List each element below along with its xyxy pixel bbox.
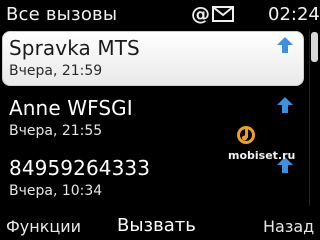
- at-icon: @: [191, 3, 210, 25]
- envelope-icon: [212, 6, 234, 22]
- call-time: Вчера, 21:59: [9, 63, 103, 79]
- status-bar: Все вызовы @ 02:24: [0, 0, 320, 30]
- clock: 02:24: [268, 4, 320, 25]
- watermark-text: mobiset.ru: [228, 149, 296, 162]
- options-softkey[interactable]: Функции: [6, 217, 81, 236]
- contact-name: Anne WFSGI: [9, 96, 133, 120]
- scrollbar[interactable]: [309, 30, 318, 206]
- screen-title: Все вызовы: [6, 4, 118, 25]
- contact-name: 84959264333: [9, 156, 151, 180]
- status-icons: @: [191, 4, 234, 24]
- call-time: Вчера, 10:34: [9, 183, 103, 199]
- call-time: Вчера, 21:55: [9, 123, 103, 139]
- softkey-bar: Функции Вызвать Назад: [0, 210, 320, 240]
- call-softkey[interactable]: Вызвать: [117, 215, 196, 236]
- outgoing-call-arrow-icon: [276, 36, 294, 54]
- call-log-item[interactable]: Anne WFSGI Вчера, 21:55: [0, 90, 306, 148]
- call-log-item[interactable]: Spravka MTS Вчера, 21:59: [0, 30, 306, 88]
- contact-name: Spravka MTS: [9, 36, 140, 60]
- scroll-thumb[interactable]: [311, 32, 318, 62]
- call-log-list: Spravka MTS Вчера, 21:59 Anne WFSGI Вчер…: [0, 30, 306, 210]
- back-softkey[interactable]: Назад: [263, 217, 314, 236]
- outgoing-call-arrow-icon: [276, 96, 294, 114]
- watermark-logo-icon: [236, 125, 256, 145]
